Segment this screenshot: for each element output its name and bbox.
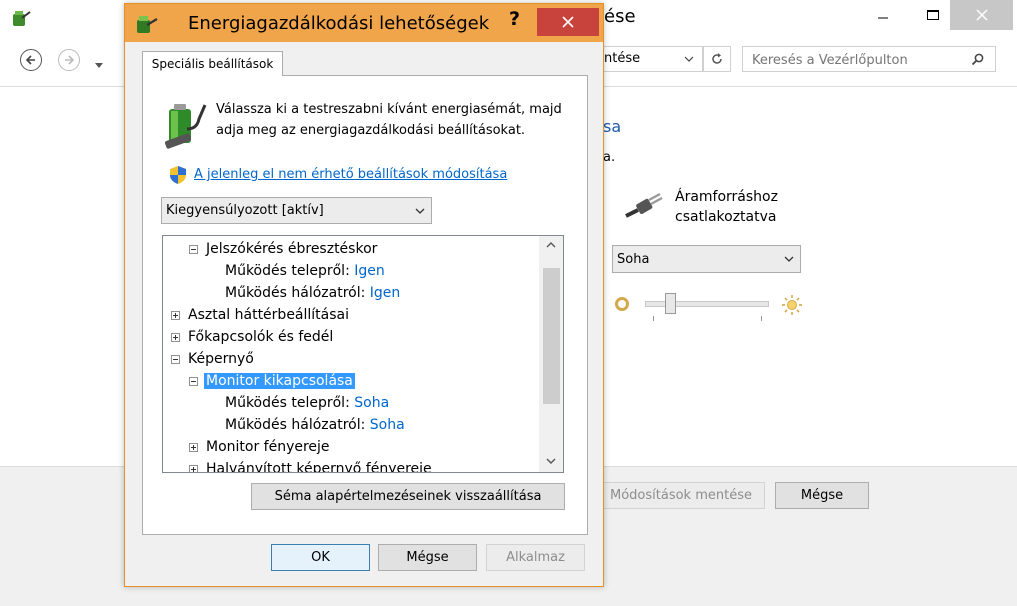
- dialog-close-button[interactable]: [537, 8, 599, 36]
- dialog-title-bar: Energiagazdálkodási lehetőségek ?: [125, 4, 603, 42]
- battery-plug-icon: [163, 99, 207, 149]
- minimize-icon: [877, 17, 888, 19]
- close-icon: [562, 16, 574, 28]
- window-title: ése: [604, 6, 636, 27]
- tree-node-dimmed-display-brightness[interactable]: Halványított képernyő fényereje: [189, 458, 432, 473]
- tree-leaf-value[interactable]: Soha: [370, 417, 405, 433]
- close-icon: [975, 9, 988, 21]
- display-off-select-value: Soha: [617, 251, 650, 267]
- chevron-down-icon: [784, 256, 794, 262]
- tree-leaf-label: Működés telepről:: [225, 395, 355, 411]
- page-description: a.: [603, 150, 616, 165]
- save-changes-button[interactable]: Módosítások mentése: [597, 482, 765, 509]
- tree-node-display[interactable]: Képernyő: [171, 348, 254, 370]
- tab-advanced-settings[interactable]: Speciális beállítások: [142, 51, 283, 76]
- tree-leaf-label: Működés hálózatról:: [225, 285, 370, 301]
- chevron-down-icon: [684, 56, 694, 62]
- power-settings-tree[interactable]: Jelszókérés ébresztéskor Működés teleprő…: [162, 235, 564, 473]
- chevron-down-icon[interactable]: [546, 458, 556, 464]
- close-button[interactable]: [950, 0, 1013, 30]
- tree-node-label: Asztal háttérbeállításai: [188, 307, 350, 323]
- tree-node-desktop-background[interactable]: Asztal háttérbeállításai: [171, 304, 349, 326]
- forward-button[interactable]: [58, 49, 80, 71]
- minimize-button[interactable]: [860, 0, 905, 30]
- power-options-dialog: Energiagazdálkodási lehetőségek ? Speciá…: [124, 3, 604, 587]
- power-plan-select[interactable]: Kiegyensúlyozott [aktív]: [161, 197, 432, 224]
- collapse-icon[interactable]: [189, 245, 198, 254]
- apply-button[interactable]: Alkalmaz: [486, 544, 585, 571]
- chevron-down-icon: [95, 63, 103, 68]
- maximize-icon: [926, 10, 939, 20]
- tree-node-label: Monitor fényereje: [206, 439, 330, 455]
- arrow-left-icon: [25, 55, 35, 65]
- brightness-slider[interactable]: [645, 292, 769, 322]
- brightness-slider-track: [645, 301, 769, 307]
- maximize-button[interactable]: [910, 0, 955, 30]
- tree-leaf-plugged-in[interactable]: Működés hálózatról: Igen: [225, 282, 400, 304]
- power-plug-icon: [624, 188, 668, 222]
- arrow-right-icon: [65, 55, 75, 65]
- tree-node-label: Képernyő: [188, 351, 254, 367]
- page-heading: sa: [603, 117, 622, 136]
- tree-node-label: Főkapcsolók és fedél: [188, 329, 334, 345]
- dialog-title: Energiagazdálkodási lehetőségek: [188, 13, 490, 34]
- search-icon: [971, 53, 984, 66]
- intro-line-2: adja meg az energiagazdálkodási beállítá…: [216, 123, 526, 138]
- tree-scrollbar[interactable]: [539, 236, 563, 472]
- recent-pages-dropdown[interactable]: [95, 57, 103, 72]
- tree-leaf-value[interactable]: Igen: [354, 263, 385, 279]
- chevron-up-icon[interactable]: [546, 242, 556, 248]
- tree-node-display-brightness[interactable]: Monitor fényereje: [189, 436, 330, 458]
- power-options-app-icon: [10, 8, 32, 28]
- collapse-icon[interactable]: [189, 377, 198, 386]
- chevron-down-icon: [415, 208, 425, 214]
- slider-tick: [761, 316, 762, 321]
- plugged-in-label-line1: Áramforráshoz: [675, 189, 778, 205]
- brightness-high-icon: [781, 294, 803, 316]
- bg-cancel-button[interactable]: Mégse: [775, 482, 869, 509]
- display-off-select[interactable]: Soha: [612, 245, 801, 273]
- tree-node-label: Jelszókérés ébresztéskor: [206, 241, 378, 257]
- plugged-in-label-line2: csatlakoztatva: [675, 209, 777, 225]
- address-bar[interactable]: ntése: [600, 46, 703, 72]
- tree-leaf-value[interactable]: Igen: [370, 285, 401, 301]
- intro-line-1: Válassza ki a testreszabni kívánt energi…: [216, 102, 562, 117]
- tree-node-label-selected: Monitor kikapcsolása: [204, 373, 355, 389]
- slider-tick: [653, 316, 654, 321]
- tree-leaf-plugged-in[interactable]: Működés hálózatról: Soha: [225, 414, 405, 436]
- refresh-button[interactable]: [703, 46, 731, 72]
- address-text: ntése: [604, 51, 641, 66]
- expand-icon[interactable]: [171, 333, 180, 342]
- tree-leaf-value[interactable]: Soha: [354, 395, 389, 411]
- power-options-app-icon: [135, 13, 159, 35]
- tree-leaf-label: Működés telepről:: [225, 263, 355, 279]
- expand-icon[interactable]: [171, 311, 180, 320]
- expand-icon[interactable]: [189, 443, 198, 452]
- tree-leaf-on-battery[interactable]: Működés telepről: Soha: [225, 392, 389, 414]
- tree-node-password-on-wakeup[interactable]: Jelszókérés ébresztéskor: [189, 238, 377, 260]
- collapse-icon[interactable]: [171, 355, 180, 364]
- expand-icon[interactable]: [189, 465, 198, 472]
- plugged-in-column-label: Áramforráshoz csatlakoztatva: [675, 187, 778, 227]
- search-box[interactable]: [742, 46, 996, 73]
- tree-node-turn-off-display[interactable]: Monitor kikapcsolása: [189, 370, 355, 392]
- help-button[interactable]: ?: [509, 8, 520, 30]
- intro-text: Válassza ki a testreszabni kívánt energi…: [216, 99, 562, 141]
- back-button[interactable]: [20, 49, 42, 71]
- tree-node-label: Halványított képernyő fényereje: [206, 461, 432, 473]
- tree-node-power-buttons-lid[interactable]: Főkapcsolók és fedél: [171, 326, 333, 348]
- refresh-icon: [712, 53, 722, 64]
- brightness-slider-thumb[interactable]: [665, 293, 676, 314]
- change-unavailable-settings-link[interactable]: A jelenleg el nem érhető beállítások mód…: [194, 167, 507, 182]
- dialog-cancel-button[interactable]: Mégse: [378, 544, 477, 571]
- tree-scrollbar-thumb[interactable]: [543, 268, 560, 404]
- restore-plan-defaults-button[interactable]: Séma alapértelmezéseinek visszaállítása: [251, 483, 565, 510]
- tree-leaf-on-battery[interactable]: Működés telepről: Igen: [225, 260, 385, 282]
- tree-leaf-label: Működés hálózatról:: [225, 417, 370, 433]
- search-input[interactable]: [743, 47, 974, 73]
- uac-shield-icon: [169, 165, 187, 185]
- ok-button[interactable]: OK: [271, 544, 370, 571]
- brightness-low-icon: [614, 296, 630, 312]
- power-plan-select-value: Kiegyensúlyozott [aktív]: [166, 203, 324, 218]
